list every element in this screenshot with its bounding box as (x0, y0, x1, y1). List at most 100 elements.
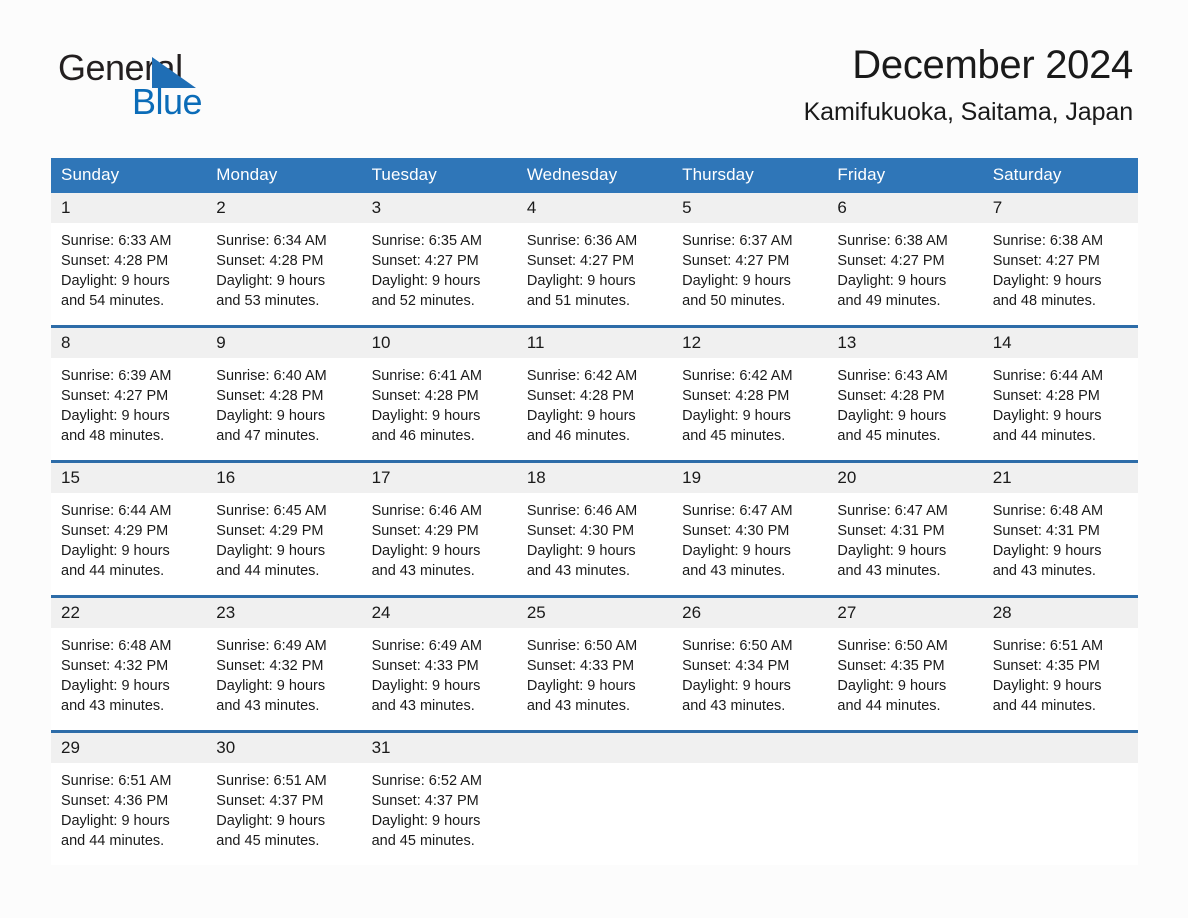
day-cell[interactable]: 9 Sunrise: 6:40 AM Sunset: 4:28 PM Dayli… (206, 325, 362, 462)
daylight-text-line2: and 46 minutes. (371, 428, 475, 444)
day-cell[interactable]: 11 Sunrise: 6:42 AM Sunset: 4:28 PM Dayl… (516, 325, 673, 462)
sunset-text: Sunset: 4:28 PM (216, 388, 324, 404)
day-cell[interactable]: 13 Sunrise: 6:43 AM Sunset: 4:28 PM Dayl… (827, 325, 983, 462)
day-info: Sunrise: 6:45 AM Sunset: 4:29 PM Dayligh… (206, 493, 361, 581)
day-cell[interactable]: 26 Sunrise: 6:50 AM Sunset: 4:34 PM Dayl… (672, 595, 828, 732)
daylight-text-line2: and 43 minutes. (526, 563, 631, 579)
day-cell[interactable]: 3 Sunrise: 6:35 AM Sunset: 4:27 PM Dayli… (361, 193, 517, 327)
day-cell[interactable]: 17 Sunrise: 6:46 AM Sunset: 4:29 PM Dayl… (361, 460, 517, 597)
daylight-text-line1: Daylight: 9 hours (371, 543, 481, 559)
day-cell[interactable]: 31 Sunrise: 6:52 AM Sunset: 4:37 PM Dayl… (361, 730, 517, 865)
sunrise-text: Sunrise: 6:52 AM (371, 773, 482, 789)
daylight-text-line1: Daylight: 9 hours (371, 273, 481, 289)
sunset-text: Sunset: 4:33 PM (371, 658, 479, 674)
day-cell[interactable]: 2 Sunrise: 6:34 AM Sunset: 4:28 PM Dayli… (206, 193, 362, 327)
day-cell[interactable]: 5 Sunrise: 6:37 AM Sunset: 4:27 PM Dayli… (672, 193, 828, 327)
day-cell[interactable]: 12 Sunrise: 6:42 AM Sunset: 4:28 PM Dayl… (672, 325, 828, 462)
day-info: Sunrise: 6:42 AM Sunset: 4:28 PM Dayligh… (517, 358, 672, 446)
day-cell[interactable]: 10 Sunrise: 6:41 AM Sunset: 4:28 PM Dayl… (361, 325, 517, 462)
sunrise-text: Sunrise: 6:38 AM (837, 233, 948, 249)
sunset-text: Sunset: 4:27 PM (837, 253, 945, 269)
day-number: 9 (206, 328, 362, 358)
sunset-text: Sunset: 4:32 PM (61, 658, 169, 674)
day-cell-empty (672, 730, 828, 865)
day-number: 15 (51, 463, 207, 493)
day-number: 2 (206, 193, 362, 223)
daylight-text-line1: Daylight: 9 hours (682, 273, 791, 289)
week-row: 29 Sunrise: 6:51 AM Sunset: 4:36 PM Dayl… (51, 730, 1138, 865)
day-cell[interactable]: 24 Sunrise: 6:49 AM Sunset: 4:33 PM Dayl… (361, 595, 517, 732)
day-cell[interactable]: 14 Sunrise: 6:44 AM Sunset: 4:28 PM Dayl… (982, 325, 1138, 462)
day-cell[interactable]: 23 Sunrise: 6:49 AM Sunset: 4:32 PM Dayl… (206, 595, 362, 732)
day-info: Sunrise: 6:49 AM Sunset: 4:33 PM Dayligh… (362, 628, 517, 716)
day-number: 5 (672, 193, 828, 223)
day-cell[interactable]: 16 Sunrise: 6:45 AM Sunset: 4:29 PM Dayl… (206, 460, 362, 597)
day-info: Sunrise: 6:46 AM Sunset: 4:30 PM Dayligh… (517, 493, 672, 581)
day-cell[interactable]: 7 Sunrise: 6:38 AM Sunset: 4:27 PM Dayli… (982, 193, 1138, 327)
daylight-text-line1: Daylight: 9 hours (682, 678, 791, 694)
sunset-text: Sunset: 4:33 PM (526, 658, 635, 674)
sunrise-text: Sunrise: 6:47 AM (837, 503, 948, 519)
day-info: Sunrise: 6:44 AM Sunset: 4:28 PM Dayligh… (983, 358, 1138, 446)
sunrise-text: Sunrise: 6:49 AM (216, 638, 327, 654)
weekday-header-row: Sunday Monday Tuesday Wednesday Thursday… (51, 158, 1138, 193)
sunset-text: Sunset: 4:31 PM (837, 523, 945, 539)
day-number: 21 (982, 463, 1138, 493)
daylight-text-line1: Daylight: 9 hours (61, 678, 170, 694)
day-info: Sunrise: 6:49 AM Sunset: 4:32 PM Dayligh… (206, 628, 361, 716)
day-number: 31 (361, 733, 517, 763)
daylight-text-line1: Daylight: 9 hours (216, 543, 326, 559)
sunset-text: Sunset: 4:28 PM (992, 388, 1100, 404)
sunrise-text: Sunrise: 6:37 AM (682, 233, 793, 249)
day-info (672, 763, 827, 771)
page-header: General Blue December 2024 Kamifukuoka, … (0, 0, 1188, 126)
sunrise-text: Sunrise: 6:35 AM (371, 233, 482, 249)
day-info (827, 763, 982, 771)
day-cell[interactable]: 30 Sunrise: 6:51 AM Sunset: 4:37 PM Dayl… (206, 730, 362, 865)
day-info: Sunrise: 6:43 AM Sunset: 4:28 PM Dayligh… (827, 358, 982, 446)
general-blue-logo[interactable]: General Blue (58, 50, 358, 128)
day-number: 3 (361, 193, 517, 223)
weekday-header-wednesday: Wednesday (516, 158, 673, 193)
daylight-text-line2: and 44 minutes. (992, 428, 1096, 444)
day-cell[interactable]: 6 Sunrise: 6:38 AM Sunset: 4:27 PM Dayli… (827, 193, 983, 327)
daylight-text-line2: and 54 minutes. (61, 293, 165, 309)
day-cell[interactable]: 19 Sunrise: 6:47 AM Sunset: 4:30 PM Dayl… (672, 460, 828, 597)
day-number: 17 (361, 463, 517, 493)
sunrise-text: Sunrise: 6:43 AM (837, 368, 948, 384)
day-cell[interactable]: 28 Sunrise: 6:51 AM Sunset: 4:35 PM Dayl… (982, 595, 1138, 732)
sunrise-text: Sunrise: 6:33 AM (61, 233, 172, 249)
day-cell[interactable]: 18 Sunrise: 6:46 AM Sunset: 4:30 PM Dayl… (516, 460, 673, 597)
day-number: 8 (51, 328, 207, 358)
week-row: 1 Sunrise: 6:33 AM Sunset: 4:28 PM Dayli… (51, 193, 1138, 327)
day-info: Sunrise: 6:37 AM Sunset: 4:27 PM Dayligh… (672, 223, 827, 311)
day-number: 16 (206, 463, 362, 493)
logo-text-blue: Blue (132, 81, 203, 122)
day-cell[interactable]: 8 Sunrise: 6:39 AM Sunset: 4:27 PM Dayli… (51, 325, 207, 462)
day-cell[interactable]: 25 Sunrise: 6:50 AM Sunset: 4:33 PM Dayl… (516, 595, 673, 732)
day-cell[interactable]: 4 Sunrise: 6:36 AM Sunset: 4:27 PM Dayli… (516, 193, 673, 327)
daylight-text-line2: and 43 minutes. (371, 563, 475, 579)
day-info: Sunrise: 6:51 AM Sunset: 4:36 PM Dayligh… (51, 763, 206, 851)
sunset-text: Sunset: 4:28 PM (837, 388, 945, 404)
weekday-header-monday: Monday (206, 158, 362, 193)
daylight-text-line2: and 48 minutes. (61, 428, 165, 444)
day-number: 11 (516, 328, 673, 358)
day-number: 13 (827, 328, 983, 358)
daylight-text-line2: and 46 minutes. (526, 428, 631, 444)
day-cell[interactable]: 29 Sunrise: 6:51 AM Sunset: 4:36 PM Dayl… (51, 730, 207, 865)
day-cell[interactable]: 27 Sunrise: 6:50 AM Sunset: 4:35 PM Dayl… (827, 595, 983, 732)
day-cell[interactable]: 20 Sunrise: 6:47 AM Sunset: 4:31 PM Dayl… (827, 460, 983, 597)
daylight-text-line2: and 44 minutes. (992, 698, 1096, 714)
daylight-text-line2: and 45 minutes. (216, 833, 320, 849)
day-info: Sunrise: 6:52 AM Sunset: 4:37 PM Dayligh… (362, 763, 517, 851)
day-cell[interactable]: 15 Sunrise: 6:44 AM Sunset: 4:29 PM Dayl… (51, 460, 207, 597)
day-number: 27 (827, 598, 983, 628)
day-cell[interactable]: 21 Sunrise: 6:48 AM Sunset: 4:31 PM Dayl… (982, 460, 1138, 597)
day-cell[interactable]: 22 Sunrise: 6:48 AM Sunset: 4:32 PM Dayl… (51, 595, 207, 732)
daylight-text-line2: and 43 minutes. (682, 563, 786, 579)
daylight-text-line2: and 52 minutes. (371, 293, 475, 309)
day-number: 1 (51, 193, 207, 223)
daylight-text-line1: Daylight: 9 hours (371, 813, 481, 829)
day-cell[interactable]: 1 Sunrise: 6:33 AM Sunset: 4:28 PM Dayli… (51, 193, 207, 327)
